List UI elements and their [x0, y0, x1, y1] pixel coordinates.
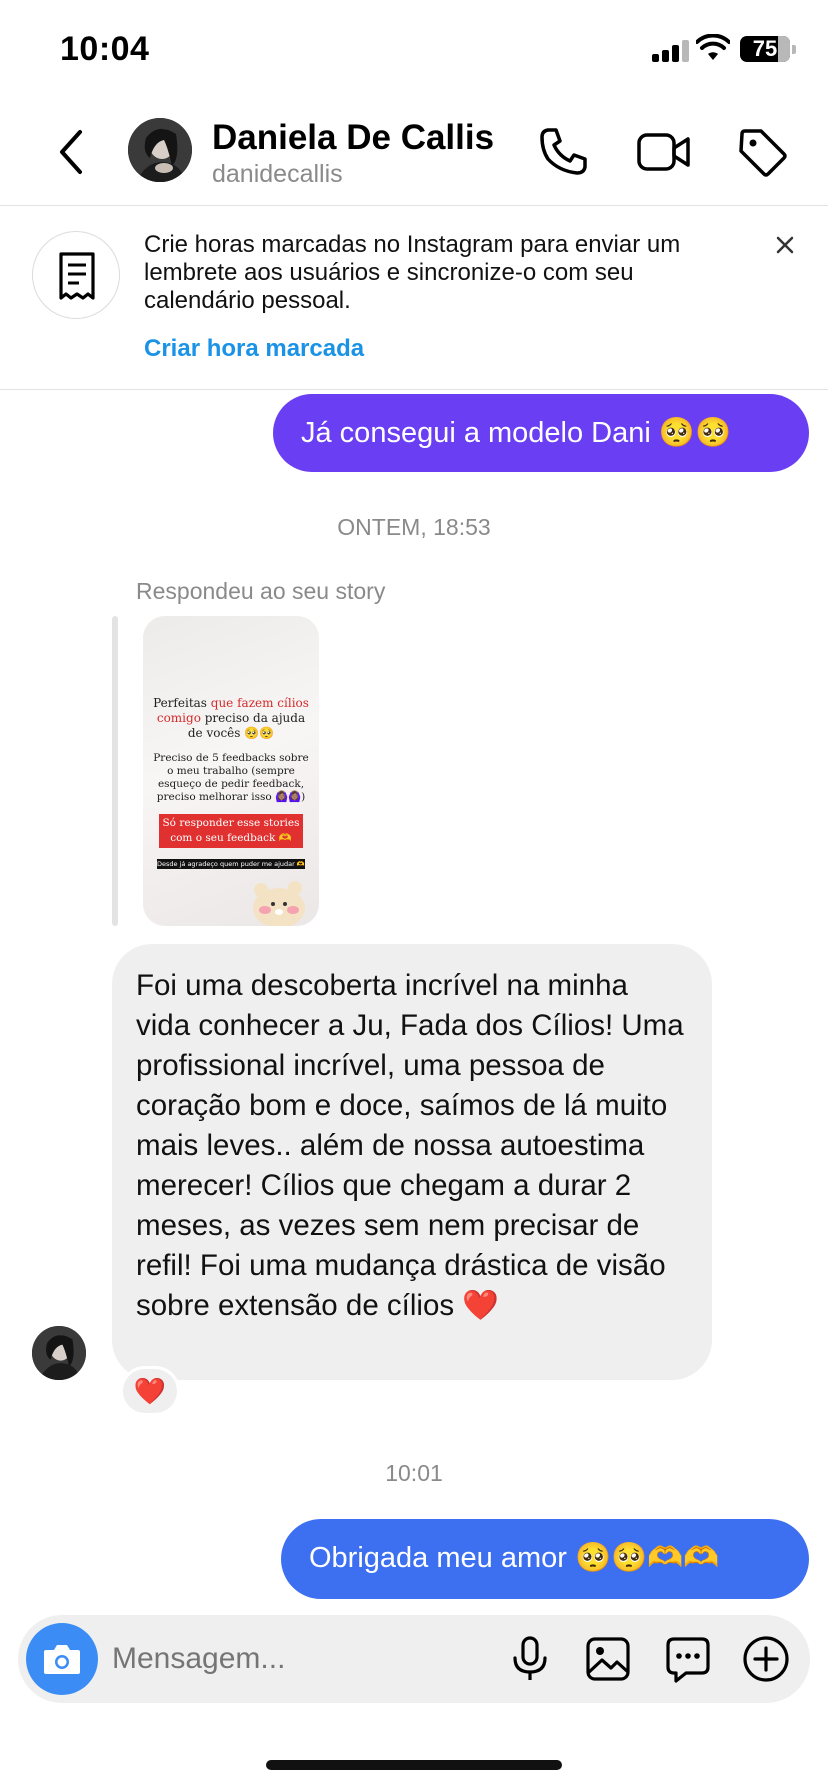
story-reply-caption: Respondeu ao seu story	[136, 578, 386, 604]
message-timestamp: ONTEM, 18:53	[337, 514, 491, 540]
sticker-chat-icon	[666, 1637, 710, 1683]
home-indicator[interactable]	[266, 1760, 562, 1770]
back-icon	[60, 130, 82, 174]
story-thumbnail[interactable]: Perfeitas que fazem cílios comigo precis…	[143, 616, 319, 926]
story-red-label: Só responder esse stories com o seu feed…	[159, 814, 303, 848]
camera-icon	[44, 1645, 80, 1674]
contact-name[interactable]: Daniela De Callis	[212, 118, 494, 158]
tag-icon	[739, 129, 787, 177]
message-timestamp: 10:01	[385, 1460, 443, 1486]
message-input[interactable]	[112, 1615, 412, 1703]
phone-icon	[540, 128, 587, 175]
incoming-message[interactable]: Foi uma descoberta incrível na minha vid…	[112, 944, 712, 1380]
outgoing-message[interactable]: Obrigada meu amor 🥺🥺🫶🫶	[281, 1519, 809, 1599]
sender-avatar[interactable]	[32, 1326, 86, 1380]
story-text-main: Perfeitas que fazem cílios comigo precis…	[153, 696, 309, 740]
heart-emoji: ❤️	[462, 1289, 500, 1322]
microphone-icon	[513, 1636, 547, 1680]
battery-icon: 75	[740, 36, 790, 62]
receipt-icon	[59, 252, 95, 300]
appointments-banner: Crie horas marcadas no Instagram para en…	[0, 207, 828, 390]
outgoing-message[interactable]: Já consegui a modelo Dani 🥺🥺	[273, 394, 809, 472]
cellular-signal-icon	[652, 38, 690, 62]
contact-username[interactable]: danidecallis	[212, 160, 343, 189]
heart-reaction[interactable]: ❤️	[120, 1366, 180, 1416]
message-composer	[18, 1615, 810, 1703]
reply-indicator-bar	[112, 616, 118, 926]
gallery-icon	[586, 1637, 630, 1681]
sticker-chat-button[interactable]	[662, 1633, 714, 1685]
banner-text: Crie horas marcadas no Instagram para en…	[144, 231, 681, 314]
story-black-label: Desde já agradeço quem puder me ajudar 🫶	[157, 859, 305, 869]
status-time: 10:04	[60, 30, 150, 68]
banner-icon-circle	[32, 231, 120, 319]
battery-nub	[792, 45, 796, 54]
close-banner-button[interactable]	[774, 234, 796, 256]
tag-button[interactable]	[732, 122, 792, 182]
add-icon	[743, 1636, 789, 1682]
bear-sticker-icon	[247, 874, 311, 926]
phone-call-button[interactable]	[534, 122, 594, 182]
video-call-button[interactable]	[634, 122, 694, 182]
status-bar: 10:04 75	[0, 0, 828, 100]
back-button[interactable]	[50, 124, 100, 180]
camera-button[interactable]	[26, 1623, 98, 1695]
voice-message-button[interactable]	[504, 1633, 556, 1685]
story-text-secondary: Preciso de 5 feedbacks sobre o meu traba…	[153, 752, 309, 803]
contact-avatar[interactable]	[128, 118, 192, 182]
chat-header: Daniela De Callis danidecallis	[0, 100, 828, 206]
incoming-message-text: Foi uma descoberta incrível na minha vid…	[136, 969, 684, 1322]
add-button[interactable]	[740, 1633, 792, 1685]
gallery-button[interactable]	[582, 1633, 634, 1685]
close-icon	[776, 236, 794, 254]
video-icon	[637, 133, 690, 171]
create-appointment-link[interactable]: Criar hora marcada	[144, 335, 364, 363]
battery-level-text: 75	[752, 36, 778, 61]
wifi-icon	[696, 34, 730, 62]
